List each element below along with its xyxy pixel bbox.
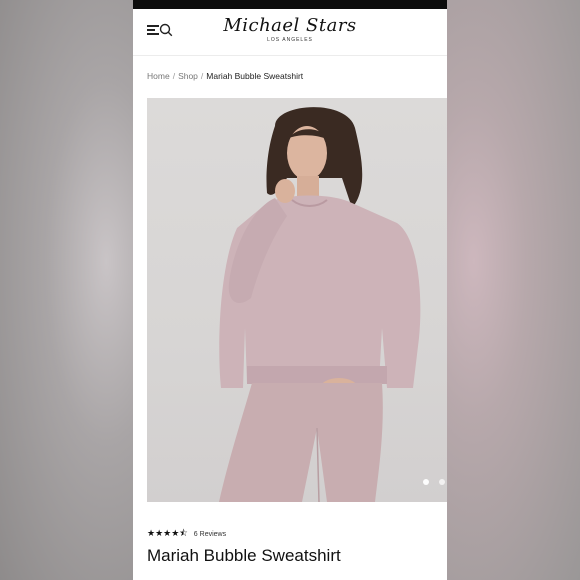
breadcrumb-separator: / [172, 71, 176, 81]
breadcrumb-home[interactable]: Home [147, 71, 170, 81]
product-rating[interactable]: ★★★★⯪ 6 Reviews [147, 528, 226, 539]
carousel-dot[interactable] [439, 479, 445, 485]
product-title: Mariah Bubble Sweatshirt [147, 546, 341, 565]
blurred-background-left [0, 0, 133, 580]
carousel-dot-active[interactable] [423, 479, 429, 485]
site-header: Michael Stars LOS ANGELES [133, 9, 447, 56]
reviews-count-link[interactable]: 6 Reviews [194, 531, 226, 538]
brand-tagline: LOS ANGELES [267, 37, 313, 43]
brand-name: Michael Stars [223, 15, 357, 36]
breadcrumb-separator: / [200, 71, 204, 81]
breadcrumb-current: Mariah Bubble Sweatshirt [206, 71, 304, 81]
status-bar [133, 0, 447, 9]
brand-logo[interactable]: Michael Stars LOS ANGELES [133, 15, 447, 43]
product-image[interactable] [147, 98, 447, 502]
breadcrumb: Home / Shop / Mariah Bubble Sweatshirt [147, 71, 303, 81]
blurred-background-right [447, 0, 580, 580]
breadcrumb-shop[interactable]: Shop [178, 71, 198, 81]
rating-stars: ★★★★⯪ [147, 528, 188, 538]
phone-screen: Michael Stars LOS ANGELES Home / Shop / Mari… [133, 0, 447, 580]
model-photo [219, 107, 421, 502]
